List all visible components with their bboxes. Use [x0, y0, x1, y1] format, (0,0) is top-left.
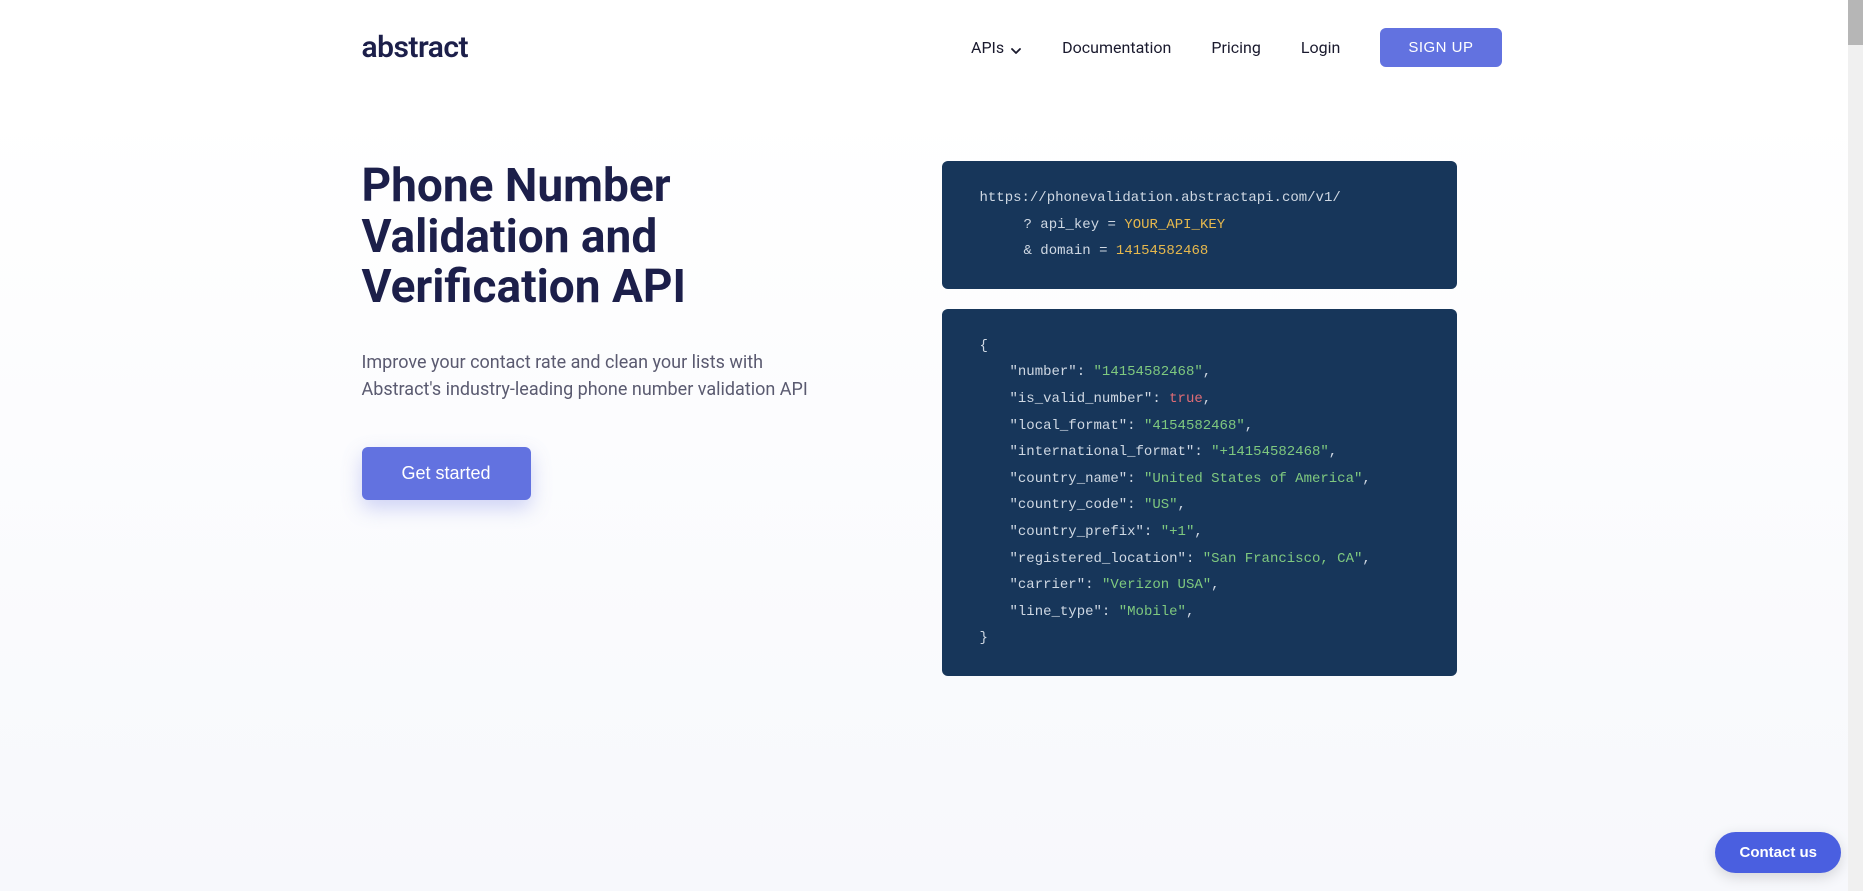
chevron-down-icon: [1010, 42, 1022, 54]
signup-button[interactable]: SIGN UP: [1380, 28, 1501, 67]
nav-apis-label: APIs: [971, 38, 1004, 57]
scrollbar-thumb[interactable]: [1848, 0, 1863, 45]
page-title: Phone Number Validation and Verification…: [362, 161, 882, 313]
scrollbar-track[interactable]: [1848, 0, 1863, 891]
request-code-block: https://phonevalidation.abstractapi.com/…: [942, 161, 1457, 289]
get-started-button[interactable]: Get started: [362, 447, 531, 500]
nav-login[interactable]: Login: [1301, 38, 1340, 57]
contact-us-button[interactable]: Contact us: [1715, 832, 1841, 873]
main-nav: APIs Documentation Pricing Login SIGN UP: [971, 28, 1501, 67]
hero-left: Phone Number Validation and Verification…: [362, 161, 882, 696]
nav-documentation[interactable]: Documentation: [1062, 38, 1171, 57]
response-code-block: { "number": "14154582468","is_valid_numb…: [942, 309, 1457, 676]
header: abstract APIs Documentation Pricing Logi…: [362, 0, 1502, 95]
page-subtitle: Improve your contact rate and clean your…: [362, 349, 822, 403]
nav-apis[interactable]: APIs: [971, 38, 1022, 57]
hero-right: https://phonevalidation.abstractapi.com/…: [942, 161, 1457, 696]
logo[interactable]: abstract: [362, 30, 469, 65]
nav-pricing[interactable]: Pricing: [1211, 38, 1261, 57]
hero-section: Phone Number Validation and Verification…: [362, 95, 1502, 736]
